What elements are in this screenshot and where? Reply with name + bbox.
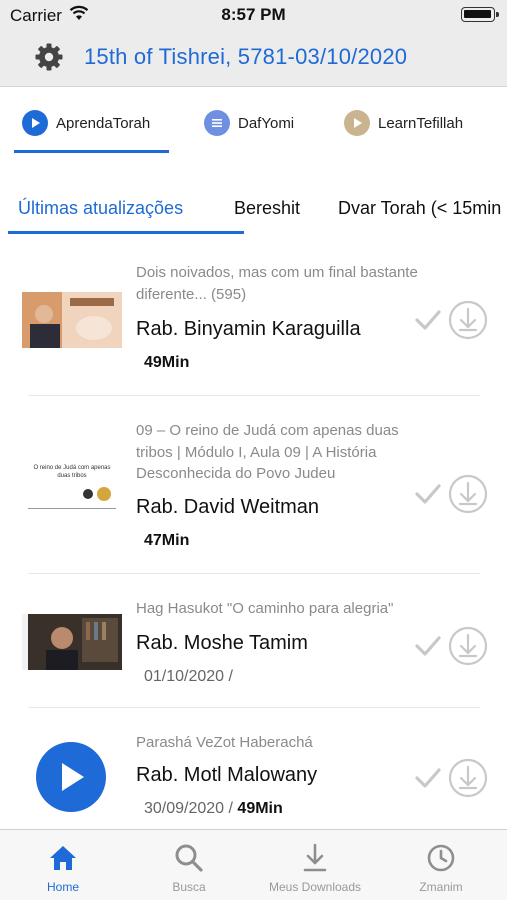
- lesson-meta: 49Min: [144, 354, 189, 372]
- tab-busca[interactable]: Busca: [126, 830, 252, 900]
- play-circle-icon: [22, 110, 48, 136]
- battery-icon: [461, 7, 499, 22]
- lesson-meta: 01/10/2020 /: [144, 668, 233, 686]
- lesson-description: Hag Hasukot "O caminho para alegria": [136, 600, 394, 617]
- tab-label: Meus Downloads: [268, 880, 362, 894]
- play-circle-icon: [344, 110, 370, 136]
- app-header: 15th of Tishrei, 5781-03/10/2020: [0, 32, 507, 87]
- download-icon[interactable]: [448, 474, 488, 514]
- play-button[interactable]: [36, 742, 106, 812]
- play-icon: [62, 763, 84, 791]
- home-icon: [50, 846, 76, 870]
- check-icon[interactable]: [414, 634, 442, 658]
- lessons-list[interactable]: Dois noivados, mas com um final bastante…: [0, 238, 507, 828]
- tab-aprenda-torah[interactable]: AprendaTorah: [22, 108, 150, 138]
- tab-label: DafYomi: [238, 114, 295, 132]
- tab-label: Zmanim: [419, 880, 463, 894]
- list-item[interactable]: Dois noivados, mas com um final bastante…: [0, 238, 507, 396]
- active-tab-indicator: [14, 150, 169, 153]
- list-circle-icon: [204, 110, 230, 136]
- download-icon: [303, 843, 327, 872]
- tab-label: Home: [46, 880, 79, 894]
- tab-label: AprendaTorah: [56, 114, 151, 132]
- lesson-thumbnail: [22, 292, 122, 348]
- lesson-description: Parashá VeZot Haberachá: [136, 734, 313, 751]
- tab-meus-downloads[interactable]: Meus Downloads: [252, 830, 378, 900]
- rabbi-name: Rab. Moshe Tamim: [136, 632, 308, 654]
- check-icon[interactable]: [414, 308, 442, 332]
- active-subtab-indicator: [8, 231, 244, 234]
- tab-zmanim[interactable]: Zmanim: [378, 830, 504, 900]
- download-icon[interactable]: [448, 758, 488, 798]
- lesson-thumbnail: [22, 614, 122, 670]
- tab-home[interactable]: Home: [0, 830, 126, 900]
- lesson-date: 01/10/2020 /: [144, 668, 233, 685]
- lesson-description: Dois noivados, mas com um final bastante…: [136, 264, 418, 303]
- lesson-duration: 47Min: [144, 532, 190, 549]
- tab-learn-tefillah[interactable]: LearnTefillah: [344, 108, 463, 138]
- download-icon[interactable]: [448, 300, 488, 340]
- lesson-description: 09 – O reino de Judá com apenas duas tri…: [136, 422, 399, 482]
- lesson-thumbnail: O reino de Judá com apenas duas tribos: [22, 456, 122, 512]
- bottom-tab-bar: Home Busca Meus Downloads Zmanim: [0, 829, 507, 900]
- subtab-bereshit[interactable]: Bereshit: [234, 198, 300, 219]
- rabbi-name: Rab. David Weitman: [136, 496, 320, 518]
- category-tabs: AprendaTorah DafYomi LearnTefillah: [0, 88, 507, 168]
- check-icon[interactable]: [414, 482, 442, 506]
- tab-daf-yomi[interactable]: DafYomi: [204, 108, 294, 138]
- lesson-meta: 47Min: [144, 532, 189, 550]
- download-icon[interactable]: [448, 626, 488, 666]
- status-time: 8:57 PM: [221, 5, 286, 24]
- subtab-dvar-torah[interactable]: Dvar Torah (< 15min: [338, 198, 501, 219]
- list-item[interactable]: Hag Hasukot "O caminho para alegria" Rab…: [0, 574, 507, 708]
- hebrew-date-title: 15th of Tishrei, 5781-03/10/2020: [84, 44, 408, 69]
- sub-tabs: Últimas atualizações Bereshit Dvar Torah…: [0, 180, 507, 238]
- rabbi-name: Rab. Binyamin Karaguilla: [136, 318, 361, 340]
- gear-icon[interactable]: [34, 42, 64, 72]
- lesson-duration: 49Min: [144, 354, 190, 371]
- check-icon[interactable]: [414, 766, 442, 790]
- subtab-ultimas-atualizacoes[interactable]: Últimas atualizações: [18, 198, 183, 219]
- rabbi-name: Rab. Motl Malowany: [136, 764, 318, 786]
- clock-icon: [427, 844, 455, 872]
- tab-label: Busca: [172, 880, 206, 894]
- lesson-duration: 49Min: [237, 800, 283, 817]
- lesson-date: 30/09/2020 /: [144, 800, 233, 817]
- list-item[interactable]: Parashá VeZot Haberachá Rab. Motl Malowa…: [0, 708, 507, 828]
- search-icon: [175, 844, 203, 872]
- tab-label: LearnTefillah: [378, 114, 464, 132]
- lesson-meta: 30/09/2020 / 49Min: [144, 800, 283, 818]
- status-bar: Carrier 8:57 PM: [0, 0, 507, 32]
- list-item[interactable]: O reino de Judá com apenas duas tribos 0…: [0, 396, 507, 574]
